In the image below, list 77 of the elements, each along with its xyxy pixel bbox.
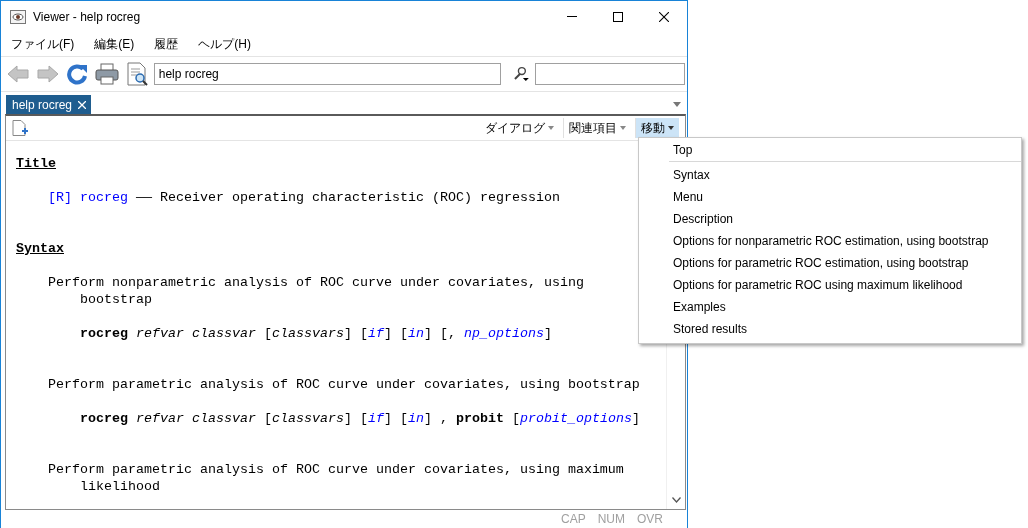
option-link[interactable]: if — [368, 411, 384, 426]
option-link[interactable]: in — [408, 411, 424, 426]
maximize-icon — [613, 11, 623, 22]
forward-arrow-icon — [36, 65, 59, 83]
refresh-button[interactable] — [65, 62, 90, 86]
menu-item[interactable]: Description — [639, 208, 1021, 230]
refresh-icon — [66, 63, 89, 85]
eye-icon — [10, 9, 26, 24]
printer-icon — [95, 63, 120, 85]
menu-item[interactable]: Options for nonparametric ROC estimation, using bootstrap — [639, 230, 1021, 252]
syntax-text: ] — [543, 326, 552, 341]
syntax-text: ] [ — [344, 326, 368, 341]
menu-item[interactable]: Examples — [639, 296, 1021, 318]
argument-text: classvar — [192, 411, 256, 426]
find-document-button[interactable] — [125, 62, 149, 86]
status-indicator: NUM — [597, 512, 625, 526]
command-text: rocreg — [80, 326, 128, 341]
menu-item[interactable]: 編集(E) — [88, 35, 143, 53]
document-search-icon — [125, 62, 148, 86]
syntax-text: ] — [631, 411, 640, 426]
scroll-down-icon[interactable] — [671, 497, 681, 503]
syntax-text: [ — [264, 326, 272, 341]
caret-icon[interactable] — [673, 101, 681, 107]
command-text: probit — [456, 411, 504, 426]
paragraph: Perform parametric analysis of ROC curve under covariates, using bootstrap — [48, 376, 640, 393]
link[interactable]: [R] — [48, 190, 72, 205]
paragraph: Perform nonparametric analysis of ROC curve under covariates, using bootstrap — [48, 274, 585, 308]
argument-text: classvar — [192, 326, 256, 341]
option-link[interactable]: probit_options — [520, 411, 632, 426]
close-icon[interactable] — [78, 100, 87, 109]
status-indicator: OVR — [637, 512, 663, 526]
status-indicator: CAP — [560, 512, 586, 526]
back-arrow-icon — [6, 65, 29, 83]
search-field[interactable] — [535, 63, 685, 85]
argument-text: classvars — [272, 326, 344, 341]
print-button[interactable] — [95, 62, 120, 86]
menu-item[interactable]: Options for parametric ROC estimation, using bootstrap — [639, 252, 1021, 274]
paragraph: Perform parametric analysis of ROC curve under covariates, using maximum likelihood — [48, 461, 625, 495]
argument-text: refvar — [136, 411, 184, 426]
caret-icon — [548, 126, 554, 130]
argument-text: classvars — [272, 411, 344, 426]
tab[interactable]: help rocreg — [6, 95, 92, 114]
option-link[interactable]: in — [408, 326, 424, 341]
new-document-icon[interactable] — [12, 120, 28, 136]
search-icon[interactable] — [513, 66, 529, 82]
section-heading: Title — [16, 155, 56, 172]
menu-item[interactable]: Syntax — [639, 164, 1021, 186]
syntax-text: ] [ — [344, 411, 368, 426]
menu-item[interactable]: 履歴 — [148, 35, 187, 53]
section-heading: Syntax — [16, 240, 64, 257]
address-field[interactable]: help rocreg — [153, 63, 502, 85]
minimize-icon — [567, 16, 577, 17]
syntax-text: ] [, — [424, 326, 456, 341]
menu-item[interactable]: Stored results — [639, 318, 1021, 340]
dropdown-button[interactable]: 移動 — [635, 118, 679, 138]
caret-icon — [668, 126, 674, 130]
syntax-text: ] [ — [384, 326, 408, 341]
dropdown-button[interactable]: ダイアログ — [480, 118, 559, 138]
menu-item[interactable]: Menu — [639, 186, 1021, 208]
syntax-text: —— Receiver operating characteristic (ROC) regression — [136, 190, 560, 205]
close-icon — [659, 11, 669, 22]
menu-item[interactable]: ファイル(F) — [5, 35, 83, 53]
command-text: rocreg — [80, 411, 128, 426]
option-link[interactable]: np_options — [464, 326, 544, 341]
menu-item[interactable]: ヘルプ(H) — [192, 35, 259, 53]
link[interactable]: rocreg — [80, 190, 128, 205]
argument-text: refvar — [136, 326, 184, 341]
option-link[interactable]: if — [368, 326, 384, 341]
dropdown-button[interactable]: 関連項目 — [563, 118, 631, 138]
syntax-text: [ — [512, 411, 520, 426]
window-title: Viewer - help rocreg — [33, 9, 142, 24]
syntax-text: ] , — [424, 411, 448, 426]
caret-icon — [620, 126, 626, 130]
menu-item[interactable]: Top — [669, 139, 1021, 162]
menu-item[interactable]: Options for parametric ROC using maximum likelihood — [639, 274, 1021, 296]
syntax-text: ] [ — [384, 411, 408, 426]
syntax-text: [ — [264, 411, 272, 426]
